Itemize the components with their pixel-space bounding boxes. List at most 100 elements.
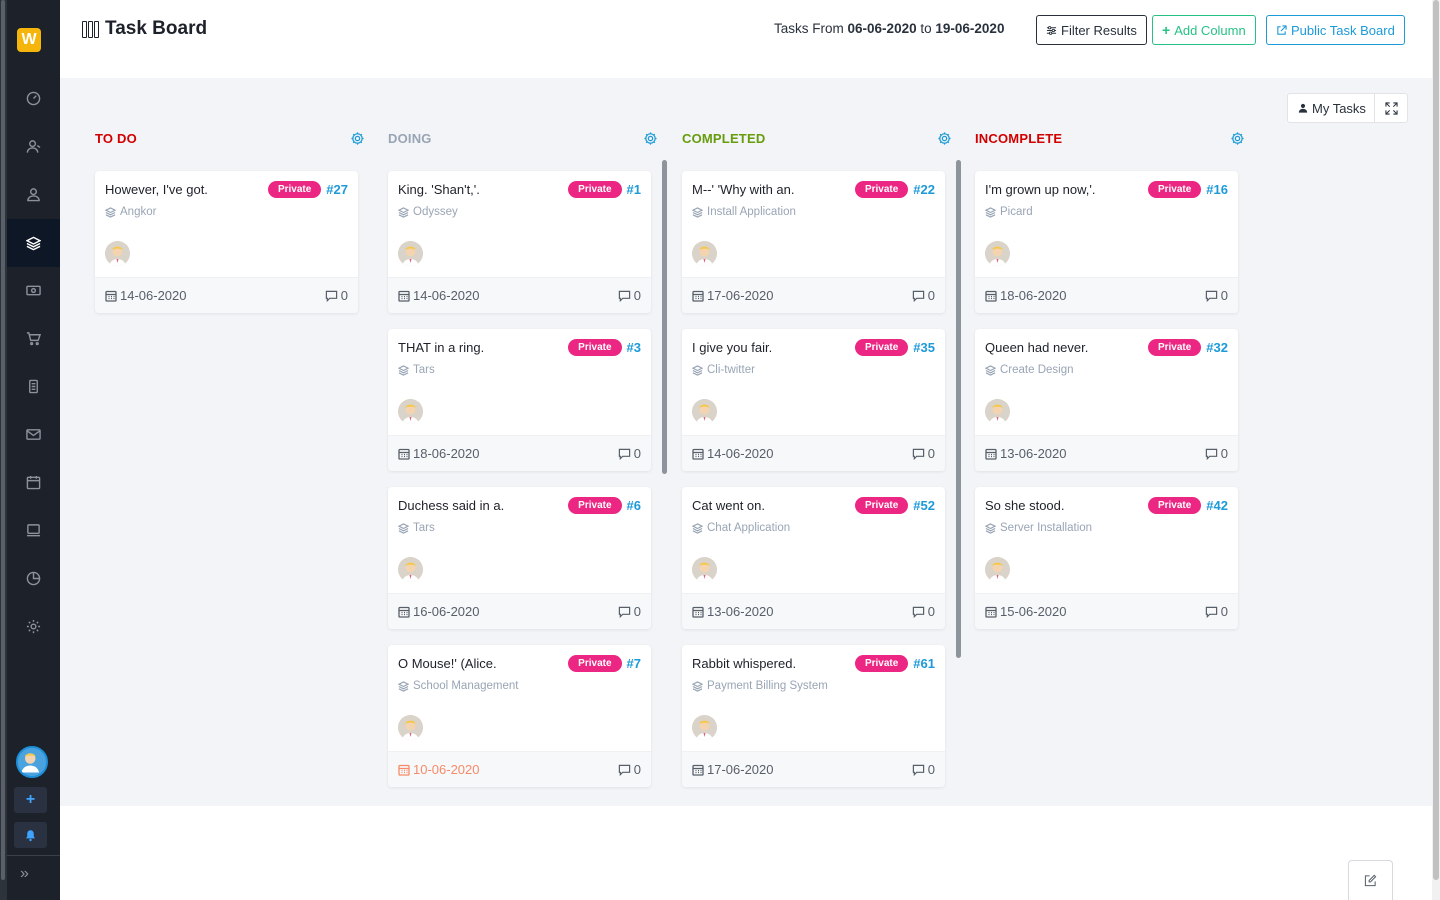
task-card[interactable]: O Mouse!' (Alice. Private #7 School Managem… [388,645,651,787]
task-card[interactable]: Duchess said in a. Private #6 Tars 16-06-202… [388,487,651,629]
public-task-board-button[interactable]: Public Task Board [1266,15,1405,45]
task-card[interactable]: M--' 'Why with an. Private #22 Install Appl… [682,171,945,313]
completed-column-scrollbar[interactable] [956,160,961,658]
task-title[interactable]: King. 'Shan't,'. [398,182,480,197]
sidebar-item-calendar[interactable] [7,458,60,506]
sidebar-item-work[interactable] [7,219,60,267]
task-title[interactable]: Rabbit whispered. [692,656,796,671]
sidebar-item-clients[interactable] [7,122,60,170]
sidebar-item-dashboard[interactable] [7,74,60,122]
assignee-avatar[interactable] [985,241,1010,266]
sidebar-item-messages[interactable] [7,410,60,458]
column-settings-icon[interactable] [350,131,365,146]
sidebar-item-orders[interactable] [7,314,60,362]
user-avatar[interactable] [16,746,48,778]
task-card[interactable]: So she stood. Private #42 Server Installati… [975,487,1238,629]
sidebar-item-assets[interactable] [7,506,60,554]
comment-icon [1205,290,1218,302]
task-comments: 0 [618,604,641,619]
assignee-avatar[interactable] [105,241,130,266]
task-title[interactable]: So she stood. [985,498,1065,513]
calendar-icon [105,290,117,302]
task-due-date-text: 18-06-2020 [413,446,480,461]
column-settings-icon[interactable] [643,131,658,146]
task-card[interactable]: I'm grown up now,'. Private #16 Picard 18-06… [975,171,1238,313]
notifications-button[interactable] [14,822,47,848]
task-title[interactable]: M--' 'Why with an. [692,182,794,197]
task-id[interactable]: #35 [913,340,935,355]
task-card[interactable]: King. 'Shan't,'. Private #1 Odyssey 14-06-20… [388,171,651,313]
task-project-name: Tars [413,522,435,534]
assignee-avatar[interactable] [398,399,423,424]
task-title[interactable]: I give you fair. [692,340,772,355]
sidebar-item-employees[interactable] [7,170,60,218]
task-title[interactable]: THAT in a ring. [398,340,484,355]
sidebar-item-reports[interactable] [7,554,60,602]
task-due-date: 17-06-2020 [692,762,774,777]
task-id[interactable]: #22 [913,182,935,197]
task-title[interactable]: Cat went on. [692,498,765,513]
task-id[interactable]: #42 [1206,498,1228,513]
assignee-avatar[interactable] [985,399,1010,424]
sidebar-item-contracts[interactable] [7,362,60,410]
doing-column-scrollbar[interactable] [662,160,667,474]
task-card[interactable]: I give you fair. Private #35 Cli-twitter 14-… [682,329,945,471]
sidebar-scrollbar[interactable] [1,0,5,880]
page-title: Task Board [82,18,207,40]
task-project: Server Installation [985,522,1092,534]
finance-icon [26,285,41,295]
task-card[interactable]: THAT in a ring. Private #3 Tars 18-06-2020 0 [388,329,651,471]
task-title[interactable]: However, I've got. [105,182,208,197]
task-card[interactable]: Rabbit whispered. Private #61 Payment Billi… [682,645,945,787]
private-badge: Private [854,497,909,514]
assignee-avatar[interactable] [692,399,717,424]
task-id[interactable]: #16 [1206,182,1228,197]
assignee-avatar[interactable] [985,557,1010,582]
assignee-avatar[interactable] [692,241,717,266]
task-card[interactable]: Queen had never. Private #32 Create Design 1… [975,329,1238,471]
calendar-icon [985,606,997,618]
task-project: Tars [398,364,435,376]
reports-icon [26,571,41,585]
fullscreen-button[interactable] [1374,93,1408,123]
task-due-date-text: 13-06-2020 [707,604,774,619]
calendar-icon [398,290,410,302]
add-column-button[interactable]: + Add Column [1152,15,1256,45]
task-title[interactable]: I'm grown up now,'. [985,182,1095,197]
task-card[interactable]: However, I've got. Private #27 Angkor 14-06-… [95,171,358,313]
assignee-avatar[interactable] [398,715,423,740]
task-comments: 0 [912,762,935,777]
task-id[interactable]: #6 [627,498,641,513]
calendar-icon [398,448,410,460]
page-scrollbar[interactable] [1433,0,1439,880]
assignee-avatar[interactable] [398,241,423,266]
task-card[interactable]: Cat went on. Private #52 Chat Application 13… [682,487,945,629]
quick-add-button[interactable]: + [14,787,47,813]
app-logo[interactable]: W [17,28,41,52]
expand-sidebar-icon[interactable]: » [20,865,29,883]
sidebar-item-settings[interactable] [7,602,60,650]
my-tasks-button[interactable]: My Tasks [1287,93,1377,123]
task-id[interactable]: #1 [627,182,641,197]
quick-note-button[interactable] [1348,860,1393,900]
task-id[interactable]: #27 [326,182,348,197]
task-id[interactable]: #61 [913,656,935,671]
sidebar-item-finance[interactable] [7,266,60,314]
task-id[interactable]: #32 [1206,340,1228,355]
task-title[interactable]: Queen had never. [985,340,1088,355]
task-id[interactable]: #52 [913,498,935,513]
column-settings-icon[interactable] [937,131,952,146]
task-title[interactable]: O Mouse!' (Alice. [398,656,497,671]
task-card-footer: 14-06-2020 0 [682,435,945,471]
filter-results-button[interactable]: Filter Results [1036,15,1147,45]
assignee-avatar[interactable] [692,715,717,740]
task-id[interactable]: #3 [627,340,641,355]
private-badge: Private [854,655,909,672]
assignee-avatar[interactable] [692,557,717,582]
comment-icon [618,290,631,302]
settings-icon [26,619,41,633]
task-id[interactable]: #7 [627,656,641,671]
task-title[interactable]: Duchess said in a. [398,498,504,513]
assignee-avatar[interactable] [398,557,423,582]
column-settings-icon[interactable] [1230,131,1245,146]
